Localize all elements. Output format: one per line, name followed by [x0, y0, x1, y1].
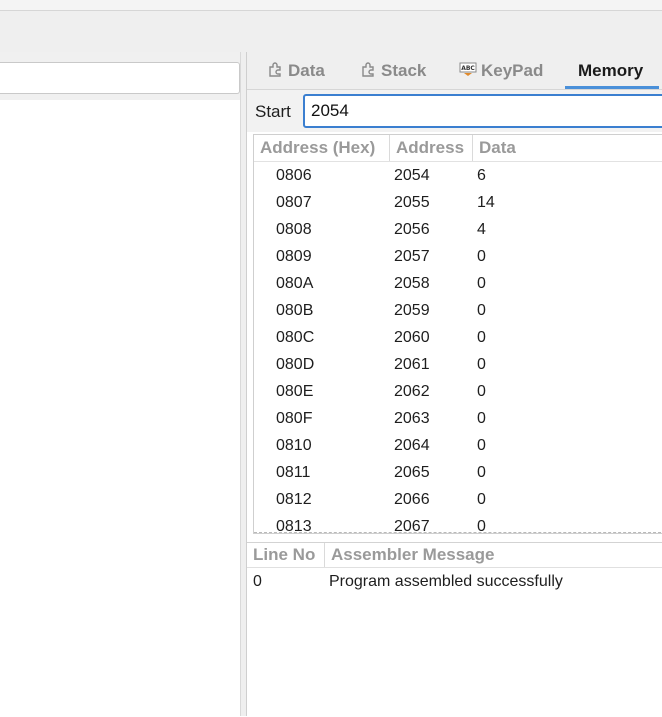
- memory-rows: 0806 2054 6 0807 2055 14 0808 2056 4 0809 2057 0 080…: [254, 162, 662, 534]
- table-row[interactable]: 080C 2060 0: [254, 324, 662, 351]
- left-top-field[interactable]: [0, 62, 240, 94]
- address-hex-cell: 080D: [276, 356, 315, 373]
- table-row[interactable]: 0809 2057 0: [254, 243, 662, 270]
- tab-stack[interactable]: Stack: [360, 52, 426, 90]
- table-row[interactable]: 0807 2055 14: [254, 189, 662, 216]
- table-row[interactable]: 0808 2056 4: [254, 216, 662, 243]
- address-cell: 2056: [394, 221, 430, 238]
- message-text: Program assembled successfully: [329, 573, 563, 590]
- address-cell: 2067: [394, 518, 430, 534]
- data-cell: 0: [477, 302, 486, 319]
- data-cell: 4: [477, 221, 486, 238]
- puzzle-icon: [267, 53, 284, 91]
- tab-bar: Data Stack ABC KeyPad Memory: [247, 52, 662, 90]
- data-cell: 0: [477, 464, 486, 481]
- address-cell: 2060: [394, 329, 430, 346]
- table-scroll-edge: [254, 532, 662, 533]
- address-cell: 2055: [394, 194, 430, 211]
- start-row: Start: [247, 90, 662, 132]
- assembler-message-table: Line No Assembler Message 0 Program asse…: [247, 542, 662, 717]
- address-hex-cell: 0809: [276, 248, 312, 265]
- table-row[interactable]: 080E 2062 0: [254, 378, 662, 405]
- address-cell: 2057: [394, 248, 430, 265]
- memory-table: Address (Hex) Address Data 0806 2054 6 0807…: [253, 134, 662, 534]
- tab-stack-label: Stack: [381, 61, 427, 80]
- tab-memory-label: Memory: [578, 61, 644, 80]
- window-top-strip: [0, 0, 662, 11]
- address-cell: 2062: [394, 383, 430, 400]
- address-cell: 2059: [394, 302, 430, 319]
- col-header-address-hex[interactable]: Address (Hex): [254, 135, 390, 161]
- address-hex-cell: 080A: [276, 275, 314, 292]
- address-hex-cell: 0808: [276, 221, 312, 238]
- message-line-no: 0: [253, 573, 262, 590]
- col-header-address[interactable]: Address: [390, 135, 473, 161]
- address-cell: 2064: [394, 437, 430, 454]
- data-cell: 0: [477, 437, 486, 454]
- data-cell: 6: [477, 167, 486, 184]
- tab-keypad[interactable]: ABC KeyPad: [459, 52, 543, 90]
- table-row[interactable]: 0806 2054 6: [254, 162, 662, 189]
- abc-keypad-icon: ABC: [459, 53, 477, 91]
- address-hex-cell: 0811: [276, 464, 311, 481]
- toolbar-area: [0, 11, 662, 52]
- puzzle-icon: [360, 53, 377, 91]
- start-label: Start: [255, 102, 291, 121]
- start-address-input[interactable]: [303, 94, 662, 128]
- address-hex-cell: 0806: [276, 167, 312, 184]
- address-cell: 2063: [394, 410, 430, 427]
- table-row[interactable]: 0813 2067 0: [254, 513, 662, 534]
- address-cell: 2065: [394, 464, 430, 481]
- address-hex-cell: 080B: [276, 302, 314, 319]
- table-row[interactable]: 0812 2066 0: [254, 486, 662, 513]
- table-row[interactable]: 080D 2061 0: [254, 351, 662, 378]
- active-tab-indicator: [565, 86, 659, 89]
- address-hex-cell: 080C: [276, 329, 315, 346]
- data-cell: 0: [477, 275, 486, 292]
- data-cell: 0: [477, 356, 486, 373]
- table-row[interactable]: 0811 2065 0: [254, 459, 662, 486]
- data-cell: 0: [477, 410, 486, 427]
- data-cell: 0: [477, 248, 486, 265]
- code-editor[interactable]: [0, 100, 240, 716]
- col-header-assembler-message[interactable]: Assembler Message: [325, 543, 662, 567]
- address-cell: 2058: [394, 275, 430, 292]
- address-cell: 2061: [394, 356, 430, 373]
- memory-table-header: Address (Hex) Address Data: [254, 135, 662, 162]
- address-hex-cell: 0813: [276, 518, 312, 534]
- svg-text:ABC: ABC: [461, 65, 475, 72]
- address-hex-cell: 080E: [276, 383, 314, 400]
- table-row[interactable]: 080A 2058 0: [254, 270, 662, 297]
- address-hex-cell: 080F: [276, 410, 313, 427]
- tab-keypad-label: KeyPad: [481, 61, 544, 80]
- data-cell: 0: [477, 383, 486, 400]
- table-row[interactable]: 080F 2063 0: [254, 405, 662, 432]
- col-header-data[interactable]: Data: [473, 135, 662, 161]
- message-row[interactable]: 0 Program assembled successfully: [247, 569, 662, 595]
- data-cell: 0: [477, 491, 486, 508]
- col-header-line-no[interactable]: Line No: [247, 543, 325, 567]
- address-cell: 2066: [394, 491, 430, 508]
- tab-data[interactable]: Data: [267, 52, 325, 90]
- address-hex-cell: 0812: [276, 491, 312, 508]
- message-table-header: Line No Assembler Message: [247, 543, 662, 568]
- address-hex-cell: 0807: [276, 194, 312, 211]
- data-cell: 0: [477, 518, 486, 534]
- table-row[interactable]: 0810 2064 0: [254, 432, 662, 459]
- tab-memory[interactable]: Memory: [578, 52, 643, 90]
- right-pane: Data Stack ABC KeyPad Memory Start Addre…: [246, 52, 662, 717]
- table-row[interactable]: 080B 2059 0: [254, 297, 662, 324]
- left-pane: [0, 52, 246, 716]
- address-cell: 2054: [394, 167, 430, 184]
- address-hex-cell: 0810: [276, 437, 312, 454]
- tab-data-label: Data: [288, 61, 325, 80]
- data-cell: 14: [477, 194, 495, 211]
- data-cell: 0: [477, 329, 486, 346]
